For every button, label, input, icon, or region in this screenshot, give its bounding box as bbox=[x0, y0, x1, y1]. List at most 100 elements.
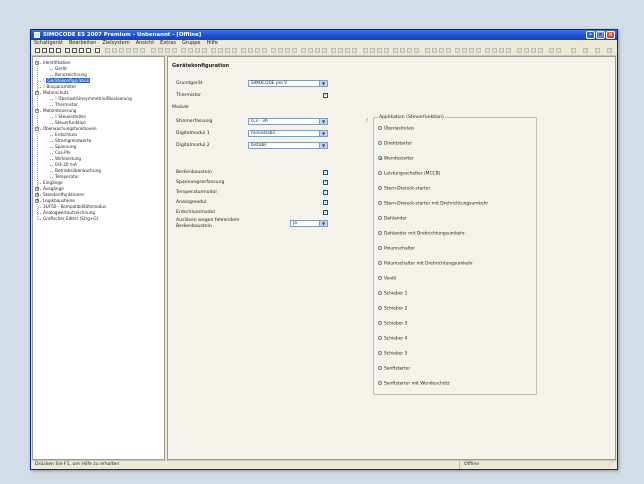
toolbar-icon[interactable] bbox=[42, 48, 47, 53]
application-radio[interactable]: Schieber 3 bbox=[378, 321, 407, 327]
option-checkbox[interactable]: ✓ bbox=[323, 180, 328, 185]
tree-item[interactable]: Standardfunktionen bbox=[43, 192, 85, 197]
application-radio[interactable]: Schieber 2 bbox=[378, 306, 407, 312]
menu-zielsystem[interactable]: Zielsystem bbox=[99, 40, 132, 47]
radio-button[interactable] bbox=[378, 381, 382, 385]
option-checkbox[interactable]: ✓ bbox=[323, 190, 328, 195]
maximize-button[interactable]: □ bbox=[596, 31, 605, 39]
application-radio[interactable]: Stern-Dreieck-starter bbox=[378, 186, 430, 192]
tree-item[interactable]: Grafischer Editor (Strg+G) bbox=[43, 216, 98, 221]
tree-item[interactable]: Überwachungsfunktionen bbox=[43, 126, 97, 131]
tree-item[interactable]: ! Busparameter bbox=[43, 84, 76, 89]
stromerfassung-select[interactable]: 0,3 - 3A ▼ bbox=[248, 118, 328, 125]
tree-item[interactable]: Motorsteuerung bbox=[43, 108, 76, 113]
tree-item[interactable]: 0/4-20 mA bbox=[55, 162, 77, 167]
ausloesen-select[interactable]: ja ▼ bbox=[290, 220, 328, 227]
application-radio[interactable]: Schieber 5 bbox=[378, 351, 407, 357]
application-radio[interactable]: Sanftstarter mit Wendeschütz bbox=[378, 381, 450, 387]
tree-item[interactable]: Motorschutz bbox=[43, 90, 69, 95]
tree-item[interactable]: ! Gerätekonfiguration bbox=[43, 78, 91, 83]
menu-extras[interactable]: Extras bbox=[157, 40, 179, 47]
tree-item[interactable]: Cos-Phi bbox=[55, 150, 71, 155]
tree-item[interactable]: Gerät bbox=[55, 66, 67, 71]
application-radio-label: Sanftstarter mit Wendeschütz bbox=[384, 381, 450, 387]
tree-item[interactable]: Logikbausteine bbox=[43, 198, 75, 203]
tree-item[interactable]: Wirkleistung bbox=[55, 156, 81, 161]
tree-item-label: Kennzeichnung bbox=[55, 72, 87, 77]
radio-button[interactable] bbox=[378, 291, 382, 295]
minimize-button[interactable]: – bbox=[586, 31, 595, 39]
radio-button[interactable] bbox=[378, 231, 382, 235]
toolbar-icon-disabled bbox=[301, 48, 306, 53]
tree-item[interactable]: Steuerfunktion bbox=[55, 120, 86, 125]
tree-item[interactable]: Eingänge bbox=[43, 180, 63, 185]
radio-button[interactable] bbox=[378, 336, 382, 340]
application-radio[interactable]: Dahlander mit Drehrichtungsumkehr bbox=[378, 231, 465, 237]
application-radio[interactable]: Polumschalter mit Drehrichtungsumkehr bbox=[378, 261, 473, 267]
tree-item[interactable]: Analogwertaufzeichnung bbox=[43, 210, 95, 215]
menu-gruppe[interactable]: Gruppe bbox=[179, 40, 204, 47]
radio-button[interactable] bbox=[378, 261, 382, 265]
chevron-down-icon: ▼ bbox=[319, 81, 327, 86]
radio-button[interactable] bbox=[378, 306, 382, 310]
application-radio[interactable]: Polumschalter bbox=[378, 246, 415, 252]
radio-button[interactable] bbox=[378, 366, 382, 370]
toolbar-icon[interactable] bbox=[56, 48, 61, 53]
menu-hilfe[interactable]: Hilfe bbox=[204, 40, 221, 47]
tree-item[interactable]: 3UF50 - Kompatibilitätsmodus bbox=[43, 204, 106, 209]
menu-ansicht[interactable]: Ansicht bbox=[133, 40, 157, 47]
radio-button[interactable] bbox=[378, 216, 382, 220]
title-bar[interactable]: SIMOCODE ES 2007 Premium - Unbenannt - [… bbox=[31, 30, 617, 40]
digitalmodul2-select[interactable]: bistabil ▼ bbox=[248, 142, 328, 149]
application-radio[interactable]: Schieber 4 bbox=[378, 336, 407, 342]
grundgeraet-select[interactable]: SIMOCODE pro V ▼ bbox=[248, 80, 328, 87]
resize-grip-icon[interactable]: ⋰ bbox=[607, 461, 613, 469]
radio-button[interactable] bbox=[378, 201, 382, 205]
application-radio[interactable]: Wendestarter bbox=[378, 156, 414, 162]
radio-button[interactable] bbox=[378, 321, 382, 325]
option-checkbox[interactable]: ✓ bbox=[323, 200, 328, 205]
radio-button[interactable] bbox=[378, 126, 382, 130]
application-radio[interactable]: Sanftstarter bbox=[378, 366, 410, 372]
tree-item[interactable]: Betriebsüberwachung bbox=[55, 168, 101, 173]
application-radio[interactable]: Überlastrelais bbox=[378, 126, 414, 132]
radio-button[interactable] bbox=[378, 156, 382, 160]
radio-button[interactable] bbox=[378, 276, 382, 280]
toolbar-icon[interactable] bbox=[86, 48, 91, 53]
toolbar-icon[interactable] bbox=[35, 48, 40, 53]
application-radio[interactable]: Leistungsschalter (MCCB) bbox=[378, 171, 440, 177]
application-radio[interactable]: Dahlander bbox=[378, 216, 407, 222]
radio-button[interactable] bbox=[378, 171, 382, 175]
thermistor-checkbox[interactable]: ✓ bbox=[323, 93, 328, 98]
tree-item[interactable]: ! Steuerstellen bbox=[55, 114, 86, 119]
grundgeraet-label: Grundgerät bbox=[176, 81, 203, 86]
tree-item[interactable]: ! Überlast/Unsymmetrie/Blockierung bbox=[55, 96, 132, 101]
menu-schaltgeraet[interactable]: Schaltgerät bbox=[31, 40, 66, 47]
radio-button[interactable] bbox=[378, 141, 382, 145]
tree-item[interactable]: Erdschluss bbox=[55, 132, 77, 137]
menu-bearbeiten[interactable]: Bearbeiten bbox=[66, 40, 99, 47]
toolbar-icon[interactable] bbox=[79, 48, 84, 53]
tree-item[interactable]: Kennzeichnung bbox=[55, 72, 87, 77]
tree-item[interactable]: Stromgrenzwerte bbox=[55, 138, 91, 143]
digitalmodul1-select[interactable]: monostabil ▼ bbox=[248, 130, 328, 137]
toolbar-icon[interactable] bbox=[95, 48, 100, 53]
tree-item[interactable]: Spannung bbox=[55, 144, 76, 149]
application-radio[interactable]: Schieber 1 bbox=[378, 291, 407, 297]
tree-item[interactable]: Ausgänge bbox=[43, 186, 64, 191]
application-radio[interactable]: Ventil bbox=[378, 276, 396, 282]
toolbar-icon[interactable] bbox=[49, 48, 54, 53]
tree-item[interactable]: Thermistor bbox=[55, 102, 78, 107]
radio-button[interactable] bbox=[378, 186, 382, 190]
close-button[interactable]: × bbox=[606, 31, 615, 39]
radio-button[interactable] bbox=[378, 351, 382, 355]
tree-item[interactable]: Identifikation bbox=[43, 60, 71, 65]
radio-button[interactable] bbox=[378, 246, 382, 250]
toolbar-icon[interactable] bbox=[65, 48, 70, 53]
toolbar-icon[interactable] bbox=[72, 48, 77, 53]
option-checkbox[interactable]: ✓ bbox=[323, 170, 328, 175]
option-checkbox[interactable]: ✓ bbox=[323, 210, 328, 215]
application-radio[interactable]: Direktstarter bbox=[378, 141, 412, 147]
tree-item[interactable]: Temperatur bbox=[55, 174, 79, 179]
application-radio[interactable]: Stern-Dreieck-starter mit Drehrichtungsu… bbox=[378, 201, 488, 207]
